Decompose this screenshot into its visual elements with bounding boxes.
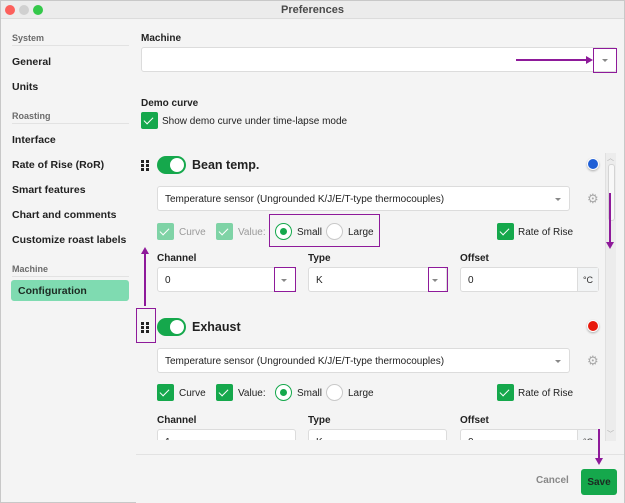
sidebar-item-chart-and-comments[interactable]: Chart and comments xyxy=(12,209,116,221)
preferences-window: Preferences System General Units Roastin… xyxy=(0,0,625,503)
sidebar-item-label: Configuration xyxy=(18,285,87,297)
exhaust-value-checkbox[interactable] xyxy=(216,384,233,401)
exhaust-channel-select[interactable]: 1 xyxy=(157,429,296,440)
chevron-down-icon xyxy=(555,198,561,201)
annotation-arrow xyxy=(516,59,588,61)
annotation-highlight-machine-dropdown xyxy=(593,48,617,73)
sensor-list-scrollbar[interactable]: ︿ ﹀ xyxy=(605,153,616,441)
exhaust-size-large-label: Large xyxy=(348,388,374,399)
sidebar-heading-machine: Machine xyxy=(12,264,49,274)
configuration-panel: Machine Demo curve Show demo curve under… xyxy=(136,20,624,440)
sidebar: System General Units Roasting Interface … xyxy=(1,20,136,460)
cancel-button[interactable]: Cancel xyxy=(536,475,569,486)
bean-temp-value-label: Value: xyxy=(238,227,266,238)
save-button[interactable]: Save xyxy=(581,469,617,495)
bean-temp-value-checkbox[interactable] xyxy=(216,223,233,240)
bean-temp-title: Bean temp. xyxy=(192,158,260,172)
exhaust-offset-input[interactable]: 0 °C xyxy=(460,429,599,440)
chevron-down-icon xyxy=(555,360,561,363)
type-value: K xyxy=(316,437,323,440)
annotation-highlight-type-dropdown xyxy=(428,267,448,292)
sidebar-item-rate-of-rise[interactable]: Rate of Rise (RoR) xyxy=(12,159,104,171)
annotation-highlight-channel-dropdown xyxy=(274,267,296,292)
annotation-arrow xyxy=(609,193,611,243)
annotation-arrow xyxy=(144,254,146,306)
bean-temp-curve-checkbox[interactable] xyxy=(157,223,174,240)
bean-temp-toggle[interactable] xyxy=(157,156,186,174)
bean-temp-offset-label: Offset xyxy=(460,253,489,264)
annotation-arrowhead xyxy=(606,242,614,249)
sidebar-heading-system: System xyxy=(12,33,45,43)
bean-temp-sensor-type-select[interactable]: Temperature sensor (Ungrounded K/J/E/T-t… xyxy=(157,186,570,211)
bean-temp-offset-input[interactable]: 0 °C xyxy=(460,267,599,292)
bean-temp-type-select[interactable]: K xyxy=(308,267,447,292)
exhaust-ror-checkbox[interactable] xyxy=(497,384,514,401)
exhaust-curve-label: Curve xyxy=(179,388,206,399)
annotation-highlight-size-radios xyxy=(269,214,380,247)
demo-curve-checkbox-label: Show demo curve under time-lapse mode xyxy=(162,116,348,127)
bean-temp-curve-label: Curve xyxy=(179,227,206,238)
gear-icon[interactable]: ⚙ xyxy=(587,354,599,367)
title-bar: Preferences xyxy=(1,1,624,19)
exhaust-value-label: Value: xyxy=(238,388,266,399)
sensor-type-value: Temperature sensor (Ungrounded K/J/E/T-t… xyxy=(165,356,445,367)
type-value: K xyxy=(316,275,323,286)
scroll-up-icon[interactable]: ︿ xyxy=(607,153,614,163)
offset-value: 0 xyxy=(468,437,474,440)
exhaust-sensor-type-select[interactable]: Temperature sensor (Ungrounded K/J/E/T-t… xyxy=(157,348,570,373)
divider xyxy=(12,123,129,124)
annotation-highlight-drag-handle xyxy=(136,308,156,343)
sidebar-item-customize-roast-labels[interactable]: Customize roast labels xyxy=(12,234,126,246)
divider xyxy=(12,45,129,46)
sidebar-item-smart-features[interactable]: Smart features xyxy=(12,184,86,196)
bean-temp-type-label: Type xyxy=(308,253,331,264)
demo-curve-checkbox[interactable] xyxy=(141,112,158,129)
offset-unit: °C xyxy=(577,430,598,440)
bean-temp-color-picker[interactable] xyxy=(587,158,599,170)
sidebar-item-general[interactable]: General xyxy=(12,56,51,68)
scroll-down-icon[interactable]: ﹀ xyxy=(607,429,614,439)
annotation-arrowhead xyxy=(586,56,593,64)
exhaust-type-select[interactable]: K xyxy=(308,429,447,440)
sidebar-item-units[interactable]: Units xyxy=(12,81,38,93)
window-title: Preferences xyxy=(281,4,344,16)
exhaust-curve-checkbox[interactable] xyxy=(157,384,174,401)
exhaust-type-label: Type xyxy=(308,415,331,426)
offset-unit: °C xyxy=(577,268,598,291)
machine-label: Machine xyxy=(141,33,182,44)
bean-temp-ror-label: Rate of Rise xyxy=(518,227,574,238)
exhaust-ror-label: Rate of Rise xyxy=(518,388,574,399)
exhaust-channel-label: Channel xyxy=(157,415,197,426)
sidebar-heading-roasting: Roasting xyxy=(12,111,51,121)
exhaust-title: Exhaust xyxy=(192,320,241,334)
sensor-type-value: Temperature sensor (Ungrounded K/J/E/T-t… xyxy=(165,194,445,205)
exhaust-color-picker[interactable] xyxy=(587,320,599,332)
drag-handle-icon[interactable] xyxy=(141,160,150,171)
exhaust-size-small-radio[interactable] xyxy=(275,384,292,401)
dialog-footer: Cancel Save xyxy=(136,454,624,503)
exhaust-size-large-radio[interactable] xyxy=(326,384,343,401)
annotation-arrowhead xyxy=(141,247,149,254)
exhaust-offset-label: Offset xyxy=(460,415,489,426)
annotation-arrow xyxy=(598,429,600,459)
bean-temp-channel-label: Channel xyxy=(157,253,197,264)
channel-value: 0 xyxy=(165,275,171,286)
sidebar-item-interface[interactable]: Interface xyxy=(12,134,56,146)
gear-icon[interactable]: ⚙ xyxy=(587,192,599,205)
offset-value: 0 xyxy=(468,275,474,286)
sidebar-item-configuration[interactable]: Configuration xyxy=(11,280,129,301)
demo-curve-label: Demo curve xyxy=(141,98,199,109)
divider xyxy=(12,276,129,277)
annotation-arrowhead xyxy=(595,458,603,465)
exhaust-toggle[interactable] xyxy=(157,318,186,336)
channel-value: 1 xyxy=(165,437,171,440)
exhaust-size-small-label: Small xyxy=(297,388,323,399)
bean-temp-ror-checkbox[interactable] xyxy=(497,223,514,240)
